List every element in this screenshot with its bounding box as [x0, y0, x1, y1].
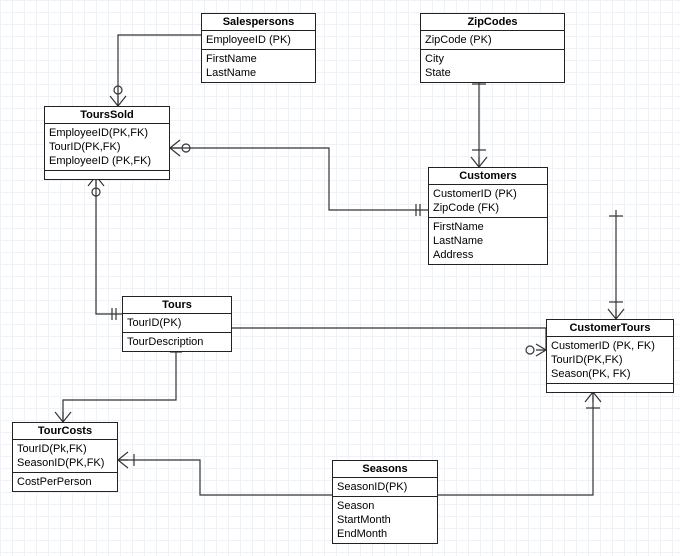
entity-seasons[interactable]: Seasons SeasonID(PK) Season StartMonth E… [332, 460, 438, 544]
entity-keys: SeasonID(PK) [333, 478, 437, 497]
key-field: TourID(Pk,FK) [17, 442, 113, 456]
attr-field: FirstName [433, 220, 543, 234]
key-field: ZipCode (FK) [433, 201, 543, 215]
attr-field: LastName [206, 66, 311, 80]
attr-field: State [425, 66, 560, 80]
attr-field: StartMonth [337, 513, 433, 527]
key-field: EmployeeID (PK) [206, 33, 311, 47]
entity-tourssold[interactable]: ToursSold EmployeeID(PK,FK) TourID(PK,FK… [44, 106, 170, 180]
entity-customers[interactable]: Customers CustomerID (PK) ZipCode (FK) F… [428, 167, 548, 265]
key-field: TourID(PK) [127, 316, 227, 330]
entity-zipcodes[interactable]: ZipCodes ZipCode (PK) City State [420, 13, 565, 83]
entity-attrs: City State [421, 50, 564, 82]
entity-attrs: Season StartMonth EndMonth [333, 497, 437, 543]
entity-keys: EmployeeID (PK) [202, 31, 315, 50]
entity-title: CustomerTours [547, 320, 673, 337]
key-field: CustomerID (PK) [433, 187, 543, 201]
entity-keys: TourID(PK) [123, 314, 231, 333]
entity-blank [547, 384, 673, 392]
entity-title: ToursSold [45, 107, 169, 124]
key-field: Season(PK, FK) [551, 367, 669, 381]
key-field: SeasonID(PK) [337, 480, 433, 494]
attr-field: FirstName [206, 52, 311, 66]
attr-field: Season [337, 499, 433, 513]
entity-attrs: FirstName LastName Address [429, 218, 547, 264]
key-field: EmployeeID(PK,FK) [49, 126, 165, 140]
entity-salespersons[interactable]: Salespersons EmployeeID (PK) FirstName L… [201, 13, 316, 83]
entity-tourcosts[interactable]: TourCosts TourID(Pk,FK) SeasonID(PK,FK) … [12, 422, 118, 492]
key-field: ZipCode (PK) [425, 33, 560, 47]
key-field: TourID(PK,FK) [551, 353, 669, 367]
key-field: SeasonID(PK,FK) [17, 456, 113, 470]
entity-keys: EmployeeID(PK,FK) TourID(PK,FK) Employee… [45, 124, 169, 171]
key-field: TourID(PK,FK) [49, 140, 165, 154]
entity-tours[interactable]: Tours TourID(PK) TourDescription [122, 296, 232, 352]
entity-blank [45, 171, 169, 179]
key-field: CustomerID (PK, FK) [551, 339, 669, 353]
entity-keys: CustomerID (PK) ZipCode (FK) [429, 185, 547, 218]
attr-field: CostPerPerson [17, 475, 113, 489]
entity-attrs: CostPerPerson [13, 473, 117, 491]
entity-keys: TourID(Pk,FK) SeasonID(PK,FK) [13, 440, 117, 473]
entity-title: TourCosts [13, 423, 117, 440]
entity-keys: ZipCode (PK) [421, 31, 564, 50]
entity-customertours[interactable]: CustomerTours CustomerID (PK, FK) TourID… [546, 319, 674, 393]
attr-field: City [425, 52, 560, 66]
entity-title: Salespersons [202, 14, 315, 31]
attr-field: EndMonth [337, 527, 433, 541]
entity-attrs: FirstName LastName [202, 50, 315, 82]
attr-field: Address [433, 248, 543, 262]
entity-title: ZipCodes [421, 14, 564, 31]
entity-title: Customers [429, 168, 547, 185]
attr-field: TourDescription [127, 335, 227, 349]
entity-attrs: TourDescription [123, 333, 231, 351]
key-field: EmployeeID (PK,FK) [49, 154, 165, 168]
entity-keys: CustomerID (PK, FK) TourID(PK,FK) Season… [547, 337, 673, 384]
attr-field: LastName [433, 234, 543, 248]
entity-title: Seasons [333, 461, 437, 478]
entity-title: Tours [123, 297, 231, 314]
